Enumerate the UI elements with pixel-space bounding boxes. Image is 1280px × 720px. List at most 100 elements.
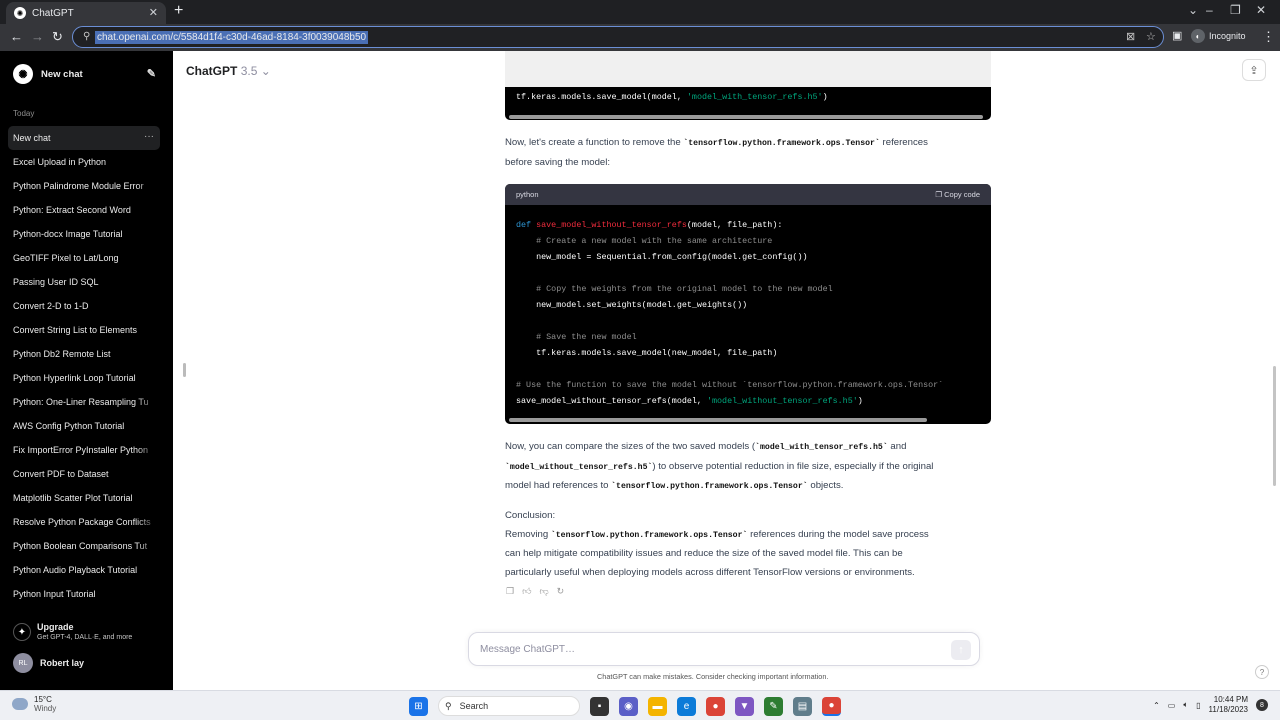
no-tracking-icon[interactable]: ⊠ — [1126, 30, 1135, 43]
sidebar-chat-item[interactable]: GeoTIFF Pixel to Lat/Long — [8, 246, 160, 270]
copy-code-button[interactable]: ❐ Copy code — [935, 190, 980, 199]
volume-icon[interactable]: 🔈︎ — [1183, 700, 1188, 710]
copy-code-label: Copy code — [944, 190, 980, 199]
task-view-icon[interactable]: ▪ — [590, 696, 609, 716]
sidebar-chat-item[interactable]: Excel Upload in Python — [8, 150, 160, 174]
sidebar-chat-item[interactable]: Python: One-Liner Resampling Tu — [8, 390, 160, 414]
browser-menu-icon[interactable]: ⋮ — [1262, 29, 1275, 45]
inline-code: `tensorflow.python.framework.ops.Tensor` — [550, 530, 748, 540]
network-icon[interactable]: ▭ — [1168, 701, 1176, 710]
paragraph: Now, let's create a function to remove t… — [505, 134, 995, 172]
chevron-down-icon: ⌄ — [260, 64, 271, 78]
back-icon[interactable]: ← — [10, 29, 23, 44]
chevron-up-icon[interactable]: ⌃ — [1153, 701, 1160, 710]
battery-icon[interactable]: ▯ — [1196, 701, 1200, 710]
sidebar-chat-item[interactable]: Python Audio Playback Tutorial — [8, 558, 160, 582]
chrome-active-icon[interactable]: ● — [822, 696, 841, 716]
bookmark-star-icon[interactable]: ☆ — [1146, 30, 1156, 43]
reload-icon[interactable]: ↻ — [52, 29, 63, 45]
code-language-label: python — [516, 190, 539, 199]
tab-close-icon[interactable]: ✕ — [149, 6, 158, 19]
sidebar-chat-item[interactable]: Python-docx Image Tutorial — [8, 222, 160, 246]
message-input[interactable]: Message ChatGPT… — [480, 644, 575, 655]
new-chat-button[interactable]: ✺ New chat ✎ — [8, 63, 160, 85]
more-options-icon[interactable]: ··· — [144, 131, 154, 142]
horizontal-scrollbar[interactable] — [509, 115, 983, 119]
sidebar-chat-item[interactable]: Passing User ID SQL — [8, 270, 160, 294]
clock[interactable]: 10:44 PM 11/18/2023 — [1209, 695, 1248, 715]
horizontal-scrollbar[interactable] — [509, 418, 927, 422]
address-bar[interactable]: ⚲ chat.openai.com/c/5584d1f4-c30d-46ad-8… — [72, 26, 1164, 48]
sidebar-chat-item[interactable]: Python Palindrome Module Error — [8, 174, 160, 198]
weather-widget[interactable]: 15°C Windy — [12, 695, 56, 713]
sidebar-toggle-handle[interactable] — [183, 363, 186, 377]
incognito-badge[interactable]: ◐ Incognito — [1191, 29, 1246, 43]
sidebar-chat-item[interactable]: Python Hyperlink Loop Tutorial — [8, 366, 160, 390]
sidebar-chat-item[interactable]: New chat ··· — [8, 126, 160, 150]
upgrade-subtitle: Get GPT-4, DALL·E, and more — [37, 634, 133, 641]
text-fade — [136, 510, 160, 534]
taskbar-search[interactable]: ⚲ Search — [438, 696, 580, 716]
windows-start-icon[interactable]: ⊞ — [409, 696, 428, 716]
text-fade — [136, 198, 160, 222]
sparkle-icon: ✦ — [13, 623, 31, 641]
text: Removing — [505, 528, 551, 540]
sidepanel-icon[interactable]: ▣ — [1172, 29, 1182, 42]
sidebar-chat-item[interactable]: Python Boolean Comparisons Tut — [8, 534, 160, 558]
chevron-down-icon[interactable]: ⌄ — [1188, 3, 1198, 17]
chat-item-label: Python: Extract Second Word — [13, 205, 131, 215]
model-selector[interactable]: ChatGPT 3.5 ⌄ — [186, 64, 271, 78]
sidebar-chat-item[interactable]: AWS Config Python Tutorial — [8, 414, 160, 438]
new-tab-button[interactable]: + — [174, 3, 183, 19]
thumbs-up-icon[interactable]: 👍︎ — [522, 586, 531, 597]
forward-icon[interactable]: → — [31, 29, 44, 44]
minimize-button[interactable]: – — [1206, 3, 1213, 17]
screen-tool-icon[interactable]: ▤ — [793, 696, 812, 716]
text: references during the model save process — [747, 528, 929, 540]
copy-icon[interactable]: ❐ — [506, 586, 514, 597]
disclaimer-text: ChatGPT can make mistakes. Consider chec… — [597, 672, 829, 681]
site-info-icon[interactable]: ⚲ — [83, 31, 90, 42]
user-menu[interactable]: RL Robert lay — [13, 653, 84, 673]
url-text[interactable]: chat.openai.com/c/5584d1f4-c30d-46ad-818… — [95, 31, 369, 44]
edit-icon[interactable]: ✎ — [147, 67, 156, 80]
file-explorer-icon[interactable]: ▬ — [648, 696, 667, 716]
chat-item-label: Python Palindrome Module Error — [13, 181, 144, 191]
send-button[interactable]: ↑ — [951, 640, 971, 660]
sidebar-chat-item[interactable]: Fix ImportError PyInstaller Python — [8, 438, 160, 462]
chat-item-label: Python Boolean Comparisons Tut — [13, 541, 148, 551]
taskbar: 15°C Windy ⊞ ⚲ Search ▪ ◉ ▬ e ● ▼ ✎ ▤ ● ⌃… — [0, 690, 1280, 720]
app-icon[interactable]: ▼ — [735, 696, 754, 716]
sidebar-chat-item[interactable]: Python: Extract Second Word — [8, 198, 160, 222]
regenerate-icon[interactable]: ↻ — [557, 586, 565, 597]
share-icon[interactable]: ⇪ — [1242, 59, 1266, 81]
system-tray: ⌃ ▭ 🔈︎ ▯ 10:44 PM 11/18/2023 8 — [1153, 695, 1268, 715]
edge-icon[interactable]: e — [677, 696, 696, 716]
text: objects. — [807, 480, 844, 491]
upgrade-button[interactable]: ✦ Upgrade Get GPT-4, DALL·E, and more — [13, 622, 132, 641]
text-fade — [136, 366, 160, 390]
vertical-scrollbar[interactable] — [1273, 366, 1276, 486]
main-chat-area: ChatGPT 3.5 ⌄ ⇪ tf.keras.models.save_mod… — [173, 51, 1280, 690]
teams-chat-icon[interactable]: ◉ — [619, 696, 638, 716]
browser-tab[interactable]: ✺ ChatGPT ✕ — [6, 2, 166, 24]
notification-badge[interactable]: 8 — [1256, 699, 1268, 711]
editor-icon[interactable]: ✎ — [764, 696, 783, 716]
code-block: python ❐ Copy code def save_model_withou… — [505, 184, 991, 424]
sidebar-chat-item[interactable]: Convert String List to Elements — [8, 318, 160, 342]
sidebar-chat-item[interactable]: Convert PDF to Dataset — [8, 462, 160, 486]
sidebar-chat-item[interactable]: Convert 2-D to 1-D — [8, 294, 160, 318]
thumbs-down-icon[interactable]: 👎︎ — [539, 586, 548, 597]
sidebar-chat-item[interactable]: Python Db2 Remote List — [8, 342, 160, 366]
maximize-button[interactable]: ❐ — [1230, 3, 1241, 17]
help-button[interactable]: ? — [1255, 665, 1269, 679]
sidebar-chat-item[interactable]: Matplotlib Scatter Plot Tutorial — [8, 486, 160, 510]
text-fade — [136, 294, 160, 318]
sidebar-chat-item[interactable]: Python Input Tutorial — [8, 582, 160, 606]
message-composer[interactable]: Message ChatGPT… ↑ — [468, 632, 980, 666]
chrome-icon[interactable]: ● — [706, 696, 725, 716]
upgrade-title: Upgrade — [37, 622, 74, 632]
close-window-button[interactable]: ✕ — [1256, 3, 1266, 17]
sidebar-chat-item[interactable]: Resolve Python Package Conflicts — [8, 510, 160, 534]
user-name: Robert lay — [40, 658, 85, 668]
